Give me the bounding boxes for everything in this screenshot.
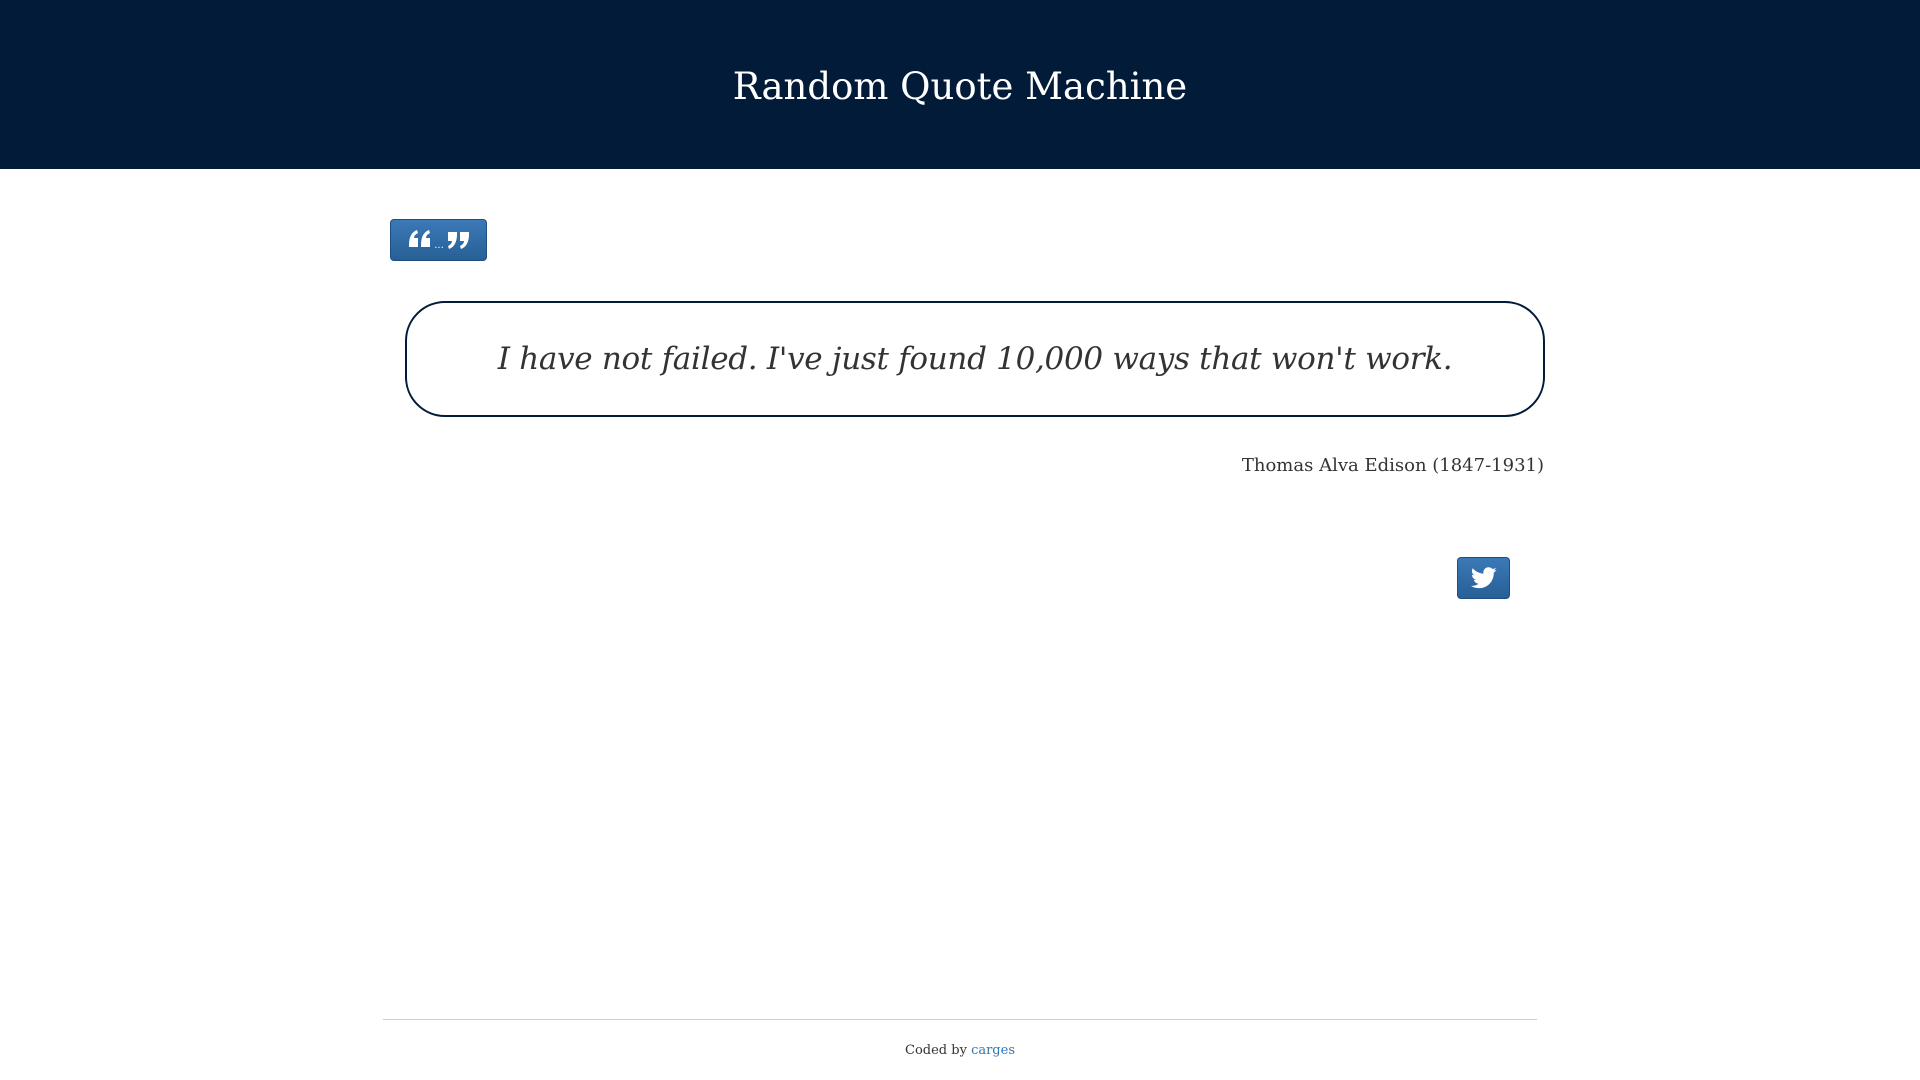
- page-title: Random Quote Machine: [732, 65, 1188, 108]
- quote-text: I have not failed. I've just found 10,00…: [497, 341, 1453, 377]
- footer-divider: [383, 1019, 1537, 1020]
- footer: Coded by carges: [0, 1043, 1920, 1058]
- author-link[interactable]: carges: [971, 1043, 1015, 1058]
- quote-ellipsis-icon: ...: [408, 230, 469, 251]
- quote-box: I have not failed. I've just found 10,00…: [405, 301, 1545, 417]
- tweet-quote-button[interactable]: [1457, 557, 1510, 599]
- page-header: Random Quote Machine: [0, 0, 1920, 169]
- quote-author: Thomas Alva Edison (1847-1931): [1241, 455, 1544, 476]
- footer-prefix: Coded by: [905, 1043, 967, 1058]
- new-quote-button[interactable]: ...: [390, 219, 487, 261]
- twitter-icon: [1470, 567, 1497, 589]
- ellipsis-text: ...: [434, 240, 444, 251]
